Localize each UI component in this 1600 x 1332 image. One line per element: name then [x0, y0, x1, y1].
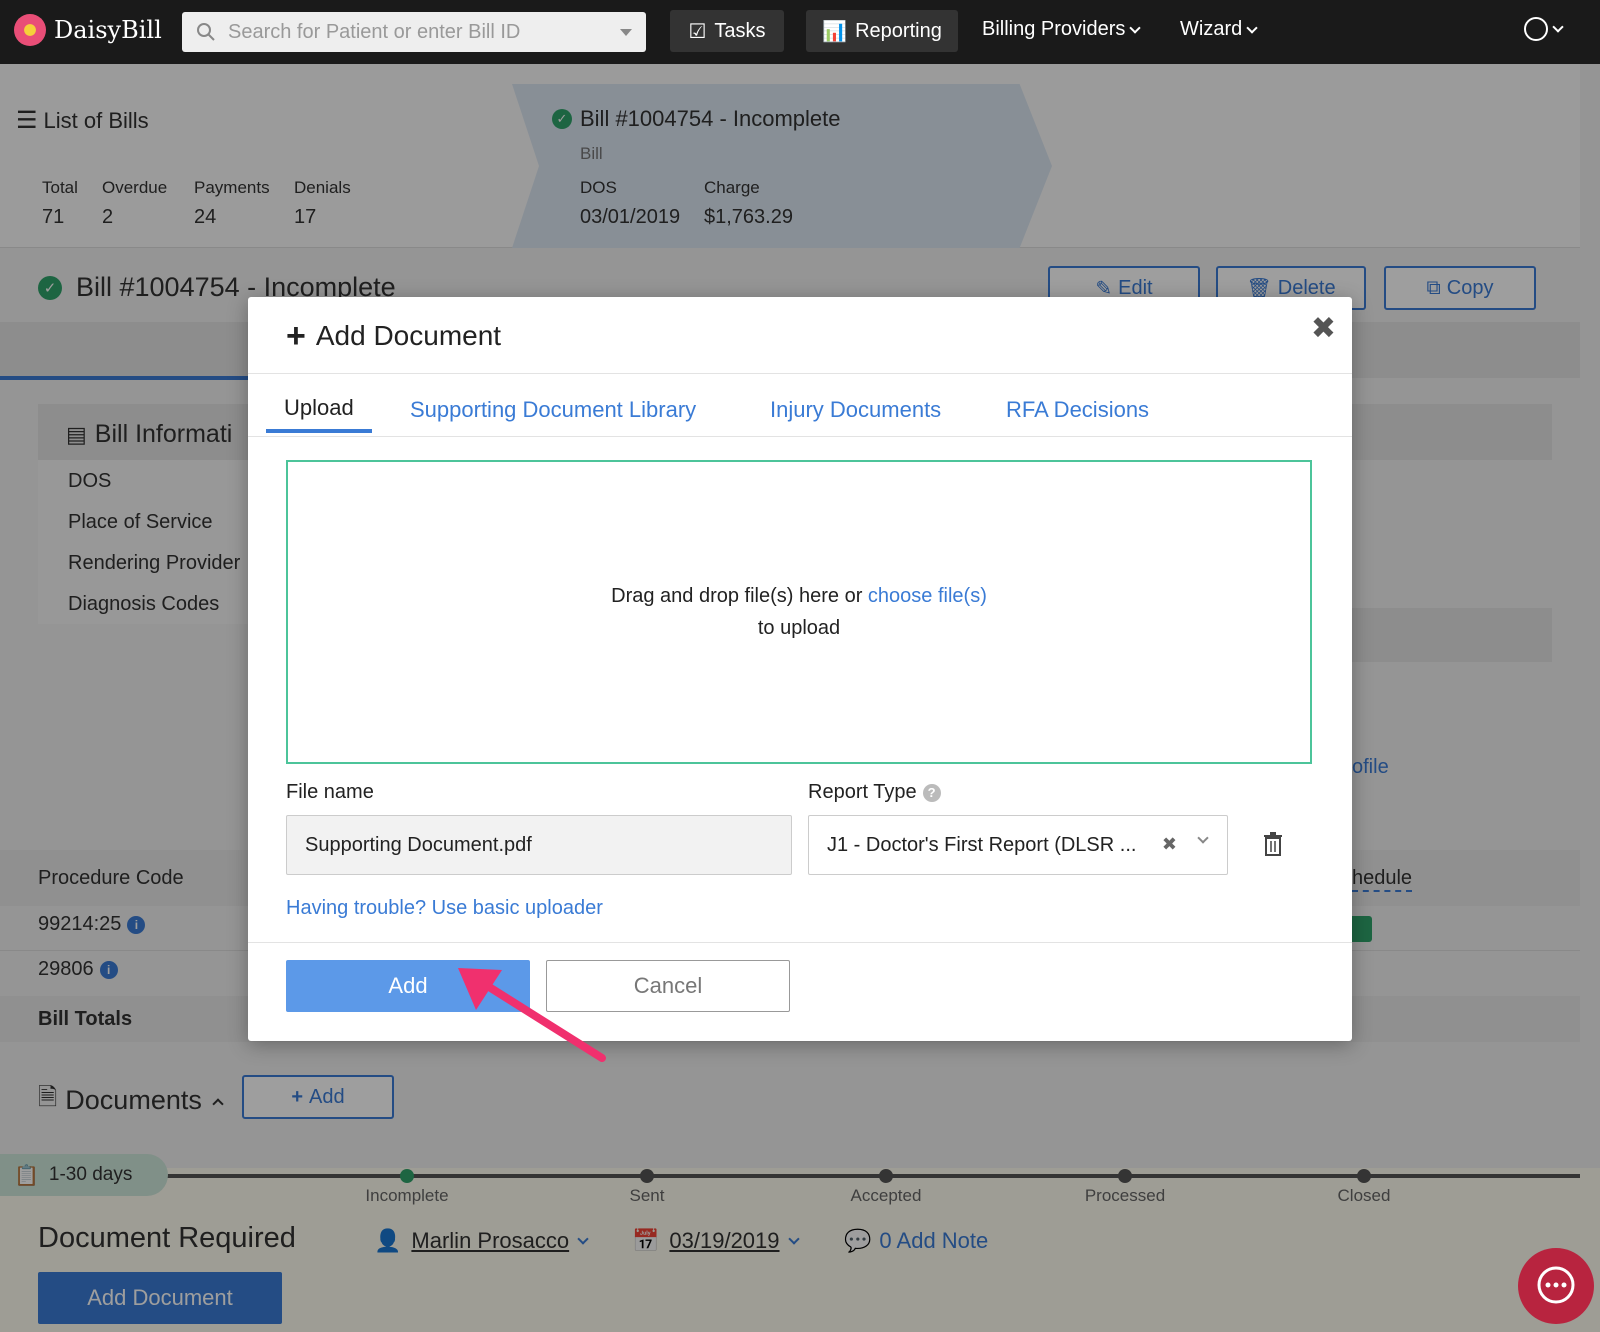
footer-divider: [248, 942, 1352, 943]
tab-supporting-document-library[interactable]: Supporting Document Library: [392, 387, 714, 433]
modal-divider: [248, 373, 1352, 374]
chevron-down-icon: [1246, 21, 1258, 34]
billing-providers-menu[interactable]: Billing Providers: [982, 18, 1142, 41]
drop-instructions-2: to upload: [757, 617, 841, 639]
file-dropzone[interactable]: Drag and drop file(s) here or choose fil…: [286, 460, 1312, 764]
account-menu[interactable]: [1524, 17, 1564, 41]
clipboard-check-icon: ☑: [688, 20, 707, 43]
tabs-divider: [248, 436, 1352, 437]
trash-icon[interactable]: [1262, 831, 1284, 857]
report-type-label: Report Type ?: [808, 781, 941, 804]
close-icon[interactable]: ✖: [1311, 311, 1336, 346]
bar-chart-icon: 📊: [822, 20, 848, 43]
patient-search[interactable]: Search for Patient or enter Bill ID: [182, 12, 646, 52]
tasks-button[interactable]: ☑ Tasks: [670, 10, 784, 52]
caret-down-icon: [620, 29, 632, 36]
add-document-modal: + Add Document ✖ Upload Supporting Docum…: [248, 297, 1352, 1041]
chat-icon: [1537, 1266, 1575, 1304]
drop-instructions: Drag and drop file(s) here or: [611, 585, 863, 607]
annotation-arrow-icon: [458, 968, 606, 1062]
reporting-button[interactable]: 📊 Reporting: [806, 10, 958, 52]
brand-logo[interactable]: DaisyBill: [14, 14, 162, 46]
chat-widget-button[interactable]: [1518, 1248, 1594, 1324]
plus-icon: +: [286, 317, 306, 355]
user-circle-icon: [1524, 17, 1548, 41]
file-name-label: File name: [286, 781, 374, 803]
report-type-select[interactable]: J1 - Doctor's First Report (DLSR ... ✖: [808, 815, 1228, 875]
tab-rfa-decisions[interactable]: RFA Decisions: [988, 387, 1167, 433]
file-name-input[interactable]: Supporting Document.pdf: [286, 815, 792, 875]
clear-icon[interactable]: ✖: [1162, 834, 1177, 855]
report-type-value: J1 - Doctor's First Report (DLSR ...: [827, 833, 1137, 856]
help-icon[interactable]: ?: [922, 783, 941, 802]
search-placeholder: Search for Patient or enter Bill ID: [228, 20, 521, 43]
daisy-logo-icon: [14, 14, 46, 46]
wizard-menu[interactable]: Wizard: [1180, 18, 1258, 41]
chevron-down-icon: [1129, 21, 1142, 34]
choose-files-link[interactable]: choose file(s): [868, 585, 987, 607]
chevron-down-icon: [1197, 832, 1209, 844]
tab-injury-documents[interactable]: Injury Documents: [752, 387, 959, 433]
search-icon: [197, 23, 215, 41]
chevron-down-icon: [1552, 21, 1564, 33]
tab-upload[interactable]: Upload: [266, 387, 372, 433]
modal-title: + Add Document: [286, 317, 502, 355]
basic-uploader-link[interactable]: Having trouble? Use basic uploader: [286, 897, 603, 920]
